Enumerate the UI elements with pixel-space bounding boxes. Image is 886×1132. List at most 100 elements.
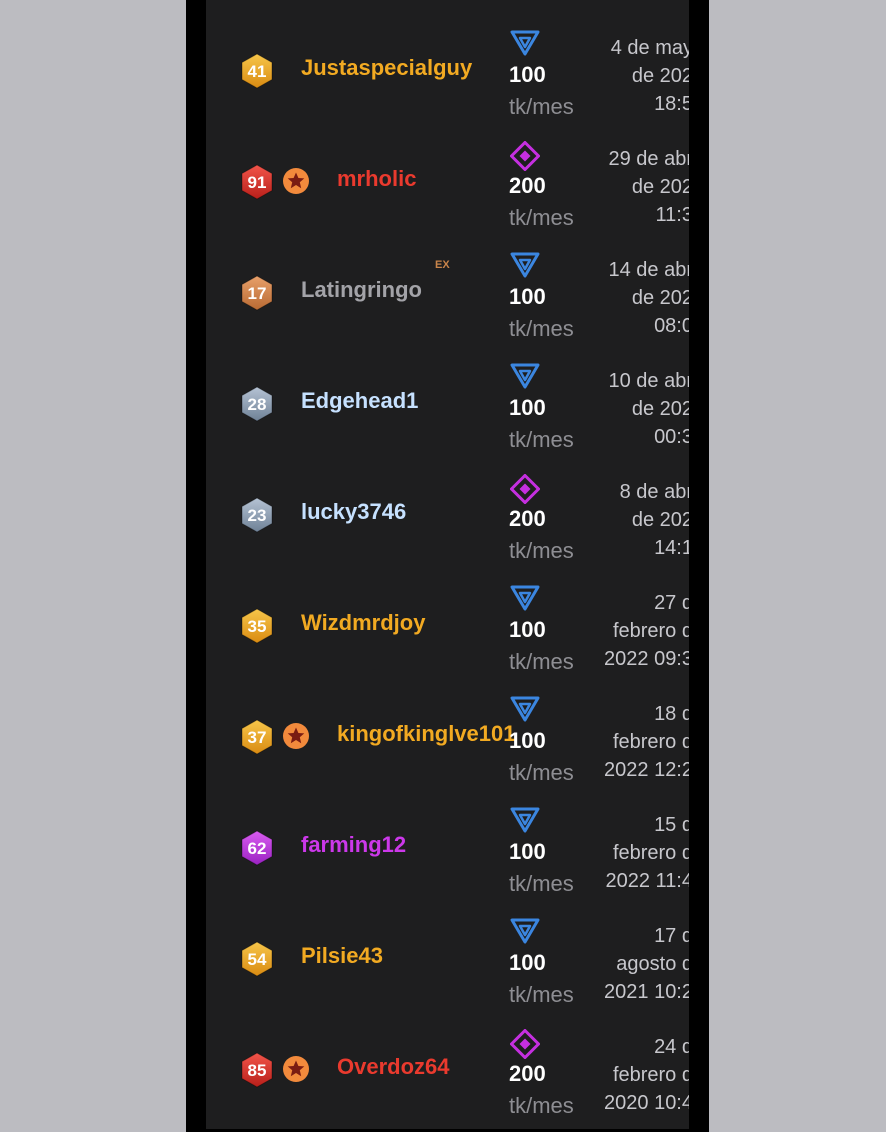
subscription-unit: tk/mes <box>509 205 574 230</box>
username-link[interactable]: Justaspecialguy <box>301 54 472 82</box>
date-line: febrero d <box>612 620 689 642</box>
username-link[interactable]: Pilsie43 <box>301 942 383 970</box>
level-badge: 62 <box>240 830 274 866</box>
level-number: 41 <box>247 62 267 81</box>
date-line: 2022 11:4 <box>605 870 690 892</box>
level-badge: 37 <box>240 719 274 755</box>
date-line: 14 de abr <box>608 259 689 281</box>
diamond-tier-icon <box>509 140 541 172</box>
triangle-tier-icon <box>510 252 540 278</box>
date-line: febrero d <box>612 1064 689 1086</box>
device-frame: 41 Justaspecialguy 100 tk/mes 4 de may de 202… <box>186 0 709 1132</box>
date-line: 08:0 <box>654 315 689 337</box>
subscription-amount: 100 <box>509 617 546 642</box>
level-badge: 35 <box>240 608 274 644</box>
triangle-tier-icon <box>510 807 540 833</box>
subscription-date: 15 d febrero d 2022 11:4 <box>606 811 690 895</box>
date-line: 4 de may <box>610 37 689 59</box>
username-link[interactable]: kingofkinglve101 <box>337 720 516 748</box>
level-number: 17 <box>247 284 267 303</box>
date-line: 15 d <box>654 814 689 836</box>
date-line: febrero d <box>612 731 689 753</box>
subscriber-row[interactable]: 85 Overdoz64 200 tk/mes 24 d febrero d 2020 10… <box>206 1015 689 1126</box>
username-link[interactable]: farming12 <box>301 831 406 859</box>
subscription-amount: 100 <box>509 62 546 87</box>
subscriber-row[interactable]: 91 mrholic 200 tk/mes 29 de abr de 202 11:3 <box>206 127 689 238</box>
date-line: 11:3 <box>655 204 689 226</box>
level-number: 85 <box>247 1061 267 1080</box>
level-badge: 85 <box>240 1052 274 1088</box>
subscription-date: 17 d agosto d 2021 10:2 <box>604 922 689 1006</box>
diamond-tier-icon <box>509 473 541 505</box>
level-number: 37 <box>247 728 267 747</box>
subscription-date: 10 de abr de 202 00:3 <box>608 367 689 451</box>
subscription-amount: 200 <box>509 506 546 531</box>
subscription-unit: tk/mes <box>509 760 574 785</box>
date-line: 17 d <box>654 925 689 947</box>
username-link[interactable]: Latingringo <box>301 276 422 304</box>
subscriber-row[interactable]: 54 Pilsie43 100 tk/mes 17 d agosto d 2021 10:2 <box>206 904 689 1015</box>
level-number: 91 <box>247 173 267 192</box>
level-number: 23 <box>247 506 267 525</box>
subscription-unit: tk/mes <box>509 1093 574 1118</box>
subscriber-row[interactable]: 41 Justaspecialguy 100 tk/mes 4 de may de 202… <box>206 16 689 127</box>
level-number: 62 <box>247 839 267 858</box>
date-line: 00:3 <box>654 426 689 448</box>
star-badge-icon <box>282 167 310 195</box>
username-link[interactable]: Overdoz64 <box>337 1053 450 1081</box>
username-link[interactable]: Wizdmrdjoy <box>301 609 425 637</box>
subscription-date: 14 de abr de 202 08:0 <box>608 256 689 340</box>
triangle-tier-icon <box>510 918 540 944</box>
username-link[interactable]: lucky3746 <box>301 498 406 526</box>
level-badge: 17 <box>240 275 274 311</box>
subscription-unit: tk/mes <box>509 982 574 1007</box>
date-line: de 202 <box>631 509 689 531</box>
level-number: 28 <box>247 395 267 414</box>
subscription-date: 27 d febrero d 2022 09:3 <box>604 589 689 673</box>
subscription-amount: 200 <box>509 173 546 198</box>
subscriber-list[interactable]: 41 Justaspecialguy 100 tk/mes 4 de may de 202… <box>206 16 689 1126</box>
subscriber-row[interactable]: 28 Edgehead1 100 tk/mes 10 de abr de 202 00:3 <box>206 349 689 460</box>
subscriber-row[interactable]: 17 Latingringo EX 100 tk/mes 14 de abr de 202 0… <box>206 238 689 349</box>
username-link[interactable]: mrholic <box>337 165 416 193</box>
level-badge: 41 <box>240 53 274 89</box>
diamond-tier-icon <box>509 1028 541 1060</box>
level-badge: 54 <box>240 941 274 977</box>
username-link[interactable]: Edgehead1 <box>301 387 418 415</box>
level-number: 54 <box>247 950 267 969</box>
subscription-unit: tk/mes <box>509 94 574 119</box>
level-badge: 91 <box>240 164 274 200</box>
subscription-amount: 100 <box>509 950 546 975</box>
date-line: 27 d <box>654 592 689 614</box>
date-line: 18:5 <box>654 93 689 115</box>
subscriber-row[interactable]: 62 farming12 100 tk/mes 15 d febrero d 2022 11… <box>206 793 689 904</box>
subscribers-panel[interactable]: 41 Justaspecialguy 100 tk/mes 4 de may de 202… <box>206 0 689 1129</box>
subscription-unit: tk/mes <box>509 538 574 563</box>
subscription-amount: 100 <box>509 839 546 864</box>
level-badge: 28 <box>240 386 274 422</box>
date-line: 2022 09:3 <box>604 648 689 670</box>
date-line: 24 d <box>654 1036 689 1058</box>
subscription-date: 18 d febrero d 2022 12:2 <box>604 700 689 784</box>
subscription-date: 24 d febrero d 2020 10:4 <box>604 1033 689 1117</box>
date-line: agosto d <box>616 953 689 975</box>
date-line: 8 de abr <box>619 481 689 503</box>
level-number: 35 <box>247 617 267 636</box>
subscription-amount: 200 <box>509 1061 546 1086</box>
subscription-date: 4 de may de 202 18:5 <box>611 34 689 118</box>
subscription-amount: 100 <box>509 395 546 420</box>
level-badge: 23 <box>240 497 274 533</box>
date-line: 14:1 <box>654 537 689 559</box>
date-line: de 202 <box>631 287 689 309</box>
triangle-tier-icon <box>510 585 540 611</box>
subscriber-row[interactable]: 35 Wizdmrdjoy 100 tk/mes 27 d febrero d 2022 0… <box>206 571 689 682</box>
date-line: 18 d <box>654 703 689 725</box>
date-line: 10 de abr <box>608 370 689 392</box>
subscriber-row[interactable]: 37 kingofkinglve101 100 tk/mes 18 d febrero d… <box>206 682 689 793</box>
subscriber-row[interactable]: 23 lucky3746 200 tk/mes 8 de abr de 202 14:1 <box>206 460 689 571</box>
date-line: 2021 10:2 <box>604 981 689 1003</box>
triangle-tier-icon <box>510 696 540 722</box>
triangle-tier-icon <box>510 363 540 389</box>
subscription-unit: tk/mes <box>509 649 574 674</box>
date-line: 29 de abr <box>608 148 689 170</box>
